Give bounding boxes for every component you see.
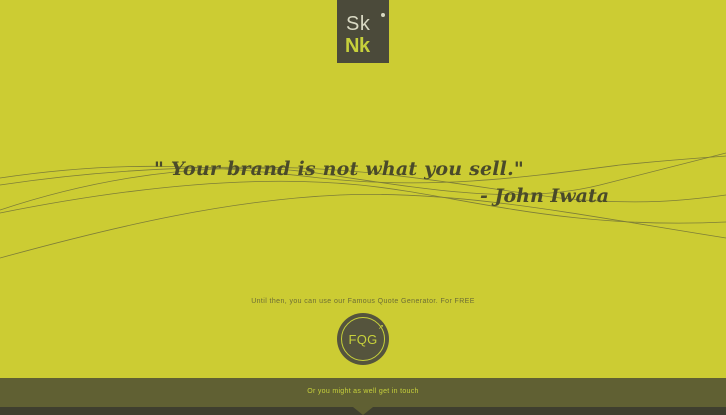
tagline: Until then, you can use our Famous Quote… bbox=[251, 298, 475, 305]
quote-text: " Your brand is not what you sell." bbox=[154, 158, 525, 180]
chevron-down-icon[interactable] bbox=[353, 407, 373, 415]
quote-author: - John Iwata bbox=[480, 185, 610, 207]
footer-contact-link[interactable]: Or you might as well get in touch bbox=[0, 388, 726, 395]
fqg-button[interactable]: ➚ FQG bbox=[337, 313, 389, 365]
footer-contact-bar[interactable]: Or you might as well get in touch bbox=[0, 378, 726, 407]
refresh-arrow-icon: ➚ bbox=[378, 324, 384, 331]
fqg-button-label: FQG bbox=[348, 331, 378, 347]
